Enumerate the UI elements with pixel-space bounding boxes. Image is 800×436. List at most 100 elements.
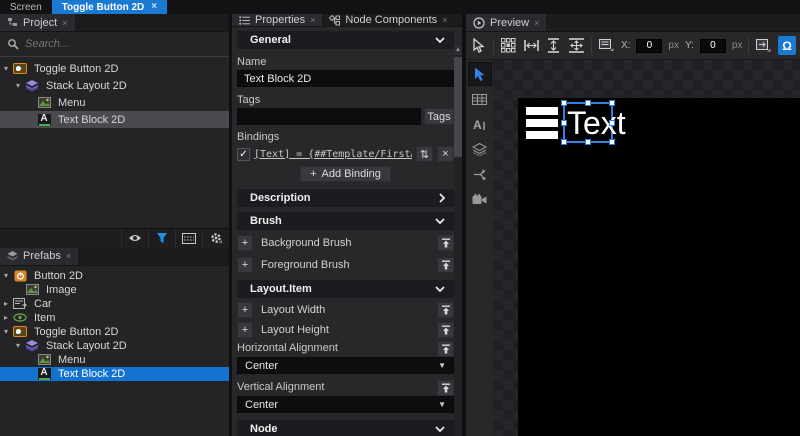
x-coordinate-field[interactable] [636, 39, 662, 53]
binding-priority-button[interactable]: ⇅ [416, 146, 433, 162]
grid-snap-button[interactable] [500, 37, 517, 55]
show-hidden-button[interactable] [121, 229, 148, 248]
tree-item-stack-layout-2d[interactable]: ▾ Stack Layout 2D [0, 77, 229, 94]
prefab-item-item[interactable]: ▸ Item [0, 311, 229, 325]
binding-checkbox[interactable]: ✓ [237, 148, 250, 161]
view-options-button[interactable] [175, 229, 202, 248]
tree-item-text-block-2d-selected[interactable]: A Text Block 2D [0, 111, 229, 128]
menu-image[interactable] [526, 107, 558, 143]
resize-handle-n[interactable] [585, 100, 591, 106]
align-panel-icon [599, 39, 614, 52]
snap-magnet-button[interactable]: Ω [778, 36, 796, 55]
resize-handle-ne[interactable] [609, 100, 615, 106]
name-field[interactable] [237, 70, 454, 87]
expand-arrow-icon[interactable]: ▾ [12, 341, 24, 350]
vertical-alignment-select[interactable]: Center ▼ [237, 396, 454, 413]
fit-both-button[interactable] [568, 37, 585, 55]
table-tool-button[interactable] [468, 87, 492, 111]
push-to-prefab-button[interactable] [437, 380, 454, 396]
text-tool-button[interactable]: A [468, 112, 492, 136]
prefab-item-car[interactable]: ▸ Car [0, 297, 229, 311]
fit-height-button[interactable] [545, 37, 562, 55]
tab-project[interactable]: Project × [0, 14, 75, 31]
close-icon[interactable]: × [62, 18, 67, 28]
section-node[interactable]: Node [237, 420, 454, 436]
prefab-item-toggle-button-2d[interactable]: ▾ Toggle Button 2D [0, 325, 229, 339]
add-foreground-brush-button[interactable]: + [237, 257, 253, 273]
layers-tool-button[interactable] [468, 137, 492, 161]
add-layout-height-button[interactable]: + [237, 322, 253, 338]
prefab-item-button-2d[interactable]: ▾ Button 2D [0, 269, 229, 283]
tree-item-toggle-button-2d[interactable]: ▾ Toggle Button 2D [0, 60, 229, 77]
property-label: Foreground Brush [261, 259, 429, 271]
section-description[interactable]: Description [237, 189, 454, 207]
close-icon[interactable]: × [442, 15, 447, 25]
tree-item-menu[interactable]: Menu [0, 94, 229, 111]
resize-handle-e[interactable] [609, 120, 615, 126]
section-general[interactable]: General [237, 31, 454, 49]
tab-prefabs[interactable]: Prefabs × [0, 248, 78, 265]
tab-node-components[interactable]: Node Components × [322, 14, 454, 26]
remove-binding-button[interactable]: × [437, 146, 454, 162]
collapse-arrow-icon[interactable]: ▸ [0, 313, 12, 322]
tab-preview[interactable]: Preview × [466, 14, 546, 31]
camera-tool-button[interactable] [468, 187, 492, 211]
push-to-prefab-button[interactable] [437, 341, 454, 357]
search-input[interactable] [25, 38, 222, 50]
resize-handle-s[interactable] [585, 139, 591, 145]
resize-handle-se[interactable] [609, 139, 615, 145]
pick-tool-button[interactable] [470, 37, 487, 55]
section-layout-item[interactable]: Layout.Item [237, 280, 454, 298]
close-icon[interactable]: × [310, 15, 315, 25]
tags-button[interactable]: Tags [424, 108, 454, 125]
resize-handle-sw[interactable] [561, 139, 567, 145]
document-tabbar: Screen Toggle Button 2D × [0, 0, 800, 14]
expand-arrow-icon[interactable]: ▾ [0, 64, 12, 73]
toggle-button-2d-icon [12, 325, 28, 338]
push-to-prefab-button[interactable] [437, 322, 454, 338]
push-to-prefab-button[interactable] [437, 302, 454, 318]
prefab-item-text-block-2d-selected[interactable]: A Text Block 2D [0, 367, 229, 381]
scroll-up-icon[interactable]: ▲ [454, 45, 462, 55]
y-coordinate-field[interactable] [700, 39, 726, 53]
tags-field[interactable] [237, 108, 421, 125]
preview-viewport[interactable]: Text [493, 60, 800, 436]
resize-handle-w[interactable] [561, 120, 567, 126]
fit-width-button[interactable] [523, 37, 540, 55]
section-brush[interactable]: Brush [237, 212, 454, 230]
add-background-brush-button[interactable]: + [237, 235, 253, 251]
binding-expression-link[interactable]: [Text] = {##Template/FirstAp [254, 149, 412, 160]
layout-bounds-button[interactable] [755, 37, 772, 55]
expand-arrow-icon[interactable]: ▾ [0, 327, 12, 336]
align-menu-button[interactable] [598, 37, 615, 55]
push-to-prefab-button[interactable] [437, 235, 454, 251]
state-tool-button[interactable] [468, 162, 492, 186]
settings-button[interactable] [202, 229, 229, 248]
select-tool-button[interactable] [468, 62, 492, 86]
tab-properties[interactable]: Properties × [232, 14, 322, 26]
prefab-item-image[interactable]: Image [0, 283, 229, 297]
preview-canvas[interactable]: Text [518, 98, 800, 436]
collapse-arrow-icon[interactable]: ▸ [0, 299, 12, 308]
close-icon[interactable]: × [534, 18, 539, 28]
properties-scrollbar[interactable]: ▲ [454, 45, 462, 436]
search-icon [7, 38, 19, 50]
scrollbar-thumb[interactable] [454, 57, 462, 157]
horizontal-alignment-select[interactable]: Center ▼ [237, 357, 454, 374]
add-layout-width-button[interactable]: + [237, 302, 253, 318]
close-icon[interactable]: × [66, 251, 71, 261]
text-block-content[interactable]: Text [567, 105, 626, 141]
push-to-prefab-button[interactable] [437, 257, 454, 273]
selection-box[interactable]: Text [563, 102, 613, 143]
expand-arrow-icon[interactable]: ▾ [0, 271, 12, 280]
prefab-item-stack-layout-2d[interactable]: ▾ Stack Layout 2D [0, 339, 229, 353]
close-icon[interactable]: × [151, 2, 157, 12]
tab-screen[interactable]: Screen [0, 0, 52, 14]
add-binding-button[interactable]: + Add Binding [300, 166, 391, 182]
prefab-item-menu[interactable]: Menu [0, 353, 229, 367]
filter-button[interactable] [148, 229, 175, 248]
car-prefab-icon [12, 297, 28, 310]
resize-handle-nw[interactable] [561, 100, 567, 106]
expand-arrow-icon[interactable]: ▾ [12, 81, 24, 90]
tab-toggle-button-2d[interactable]: Toggle Button 2D × [52, 0, 167, 14]
